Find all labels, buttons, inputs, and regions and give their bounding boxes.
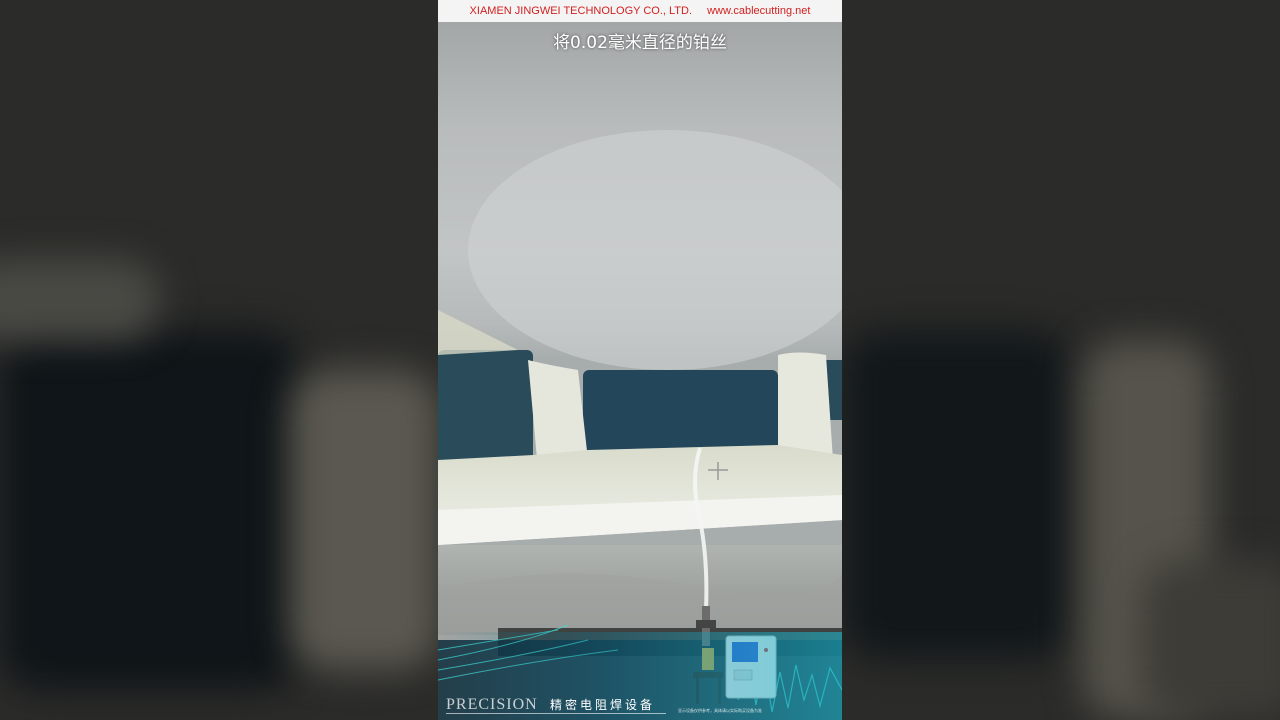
video-subtitle: 将0.02毫米直径的铂丝 bbox=[553, 33, 727, 53]
brand-underline bbox=[446, 713, 666, 714]
brand-disclaimer: 显示设备仅供参考，具体请以实际购买设备为准 bbox=[678, 708, 762, 713]
company-website: www.cablecutting.net bbox=[707, 5, 811, 17]
company-name: XIAMEN JINGWEI TECHNOLOGY CO., LTD. bbox=[469, 5, 693, 17]
company-banner: XIAMEN JINGWEI TECHNOLOGY CO., LTD. www.… bbox=[438, 0, 842, 22]
brand-latin-text: PRECISION bbox=[446, 696, 538, 713]
blurred-background-left bbox=[0, 0, 438, 720]
blurred-background-right bbox=[842, 0, 1280, 720]
brand-chinese-text: 精密电阻焊设备 bbox=[550, 698, 656, 712]
microscope-scene bbox=[438, 130, 842, 720]
video-frame: XIAMEN JINGWEI TECHNOLOGY CO., LTD. www.… bbox=[438, 0, 842, 720]
